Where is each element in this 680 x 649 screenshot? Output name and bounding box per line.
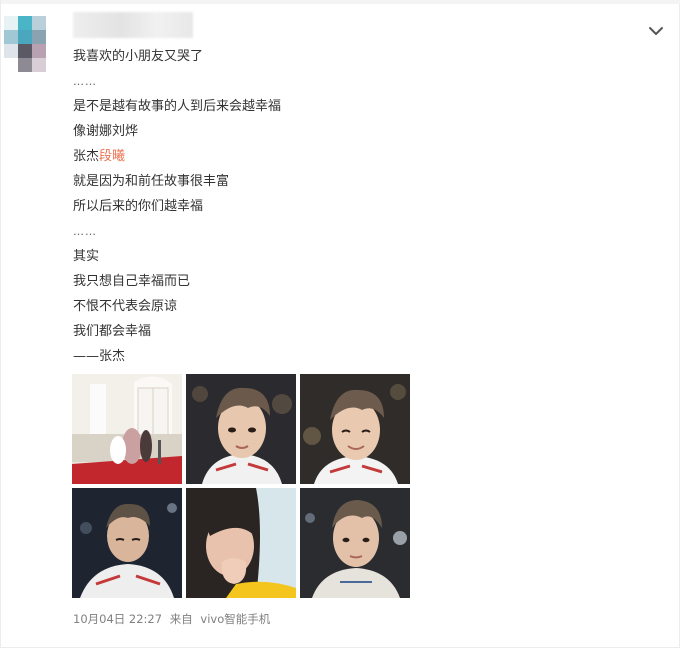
photo-man-closeup-2[interactable] [300, 374, 410, 484]
source-prefix: 来自 [169, 612, 193, 626]
text-line: 像谢娜刘烨 [73, 124, 139, 139]
weibo-post-card: 我喜欢的小朋友又哭了 …… 是不是越有故事的人到后来会越幸福 像谢娜刘烨 张杰段… [0, 0, 680, 648]
photo-wedding-scene[interactable] [72, 374, 182, 484]
text-line: 我喜欢的小朋友又哭了 [73, 49, 204, 64]
avatar[interactable] [4, 16, 54, 74]
source-device[interactable]: vivo智能手机 [200, 612, 270, 626]
post-meta: 10月04日 22:27 来自 vivo智能手机 [73, 611, 274, 627]
photo-man-closeup-1[interactable] [186, 374, 296, 484]
signature-line: ——张杰 [73, 349, 126, 364]
text-line: 我们都会幸福 [73, 324, 152, 339]
mention-prefix: 张杰 [73, 149, 100, 164]
text-line: 其实 [73, 249, 100, 264]
ellipsis-line: …… [73, 225, 97, 238]
username-redacted[interactable] [73, 12, 193, 38]
chevron-down-icon[interactable] [647, 22, 665, 40]
post-text: 我喜欢的小朋友又哭了 …… 是不是越有故事的人到后来会越幸福 像谢娜刘烨 张杰段… [73, 44, 633, 369]
photo-woman-crying[interactable] [186, 488, 296, 598]
photo-man-closeup-3[interactable] [300, 488, 410, 598]
ellipsis-line: …… [73, 75, 97, 88]
text-line: 是不是越有故事的人到后来会越幸福 [73, 99, 282, 114]
text-line: 我只想自己幸福而已 [73, 274, 191, 289]
text-line: 就是因为和前任故事很丰富 [73, 174, 230, 189]
timestamp[interactable]: 10月04日 22:27 [73, 612, 162, 626]
text-line: 所以后来的你们越幸福 [73, 199, 204, 214]
photo-man-stage[interactable] [72, 488, 182, 598]
top-divider [1, 0, 680, 4]
text-line: 不恨不代表会原谅 [73, 299, 178, 314]
mention-link[interactable]: 段曦 [99, 149, 125, 164]
image-gallery [72, 374, 412, 600]
mention-line: 张杰段曦 [73, 144, 633, 169]
